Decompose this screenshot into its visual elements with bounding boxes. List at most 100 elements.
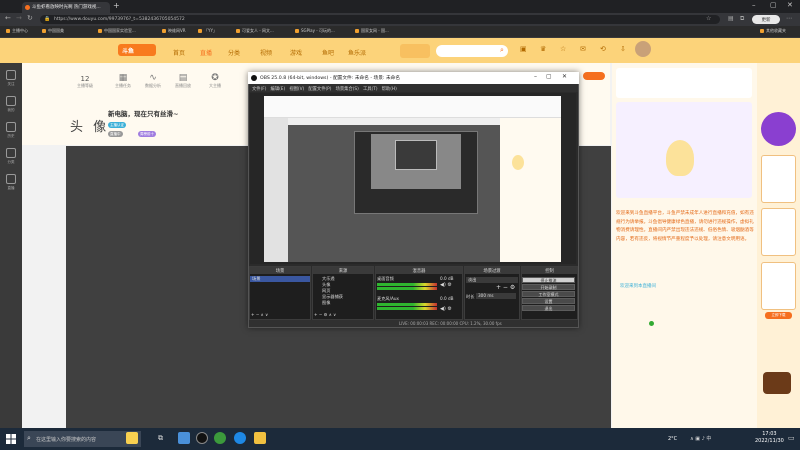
bookmark-item[interactable]: 中国国美 — [42, 28, 64, 34]
user-avatar[interactable] — [635, 41, 651, 57]
bookmark-item[interactable]: 「YY」 — [198, 28, 217, 34]
nav-category[interactable]: 分类 — [228, 48, 240, 57]
stat-task[interactable]: ▦ 主播任务 — [110, 73, 136, 89]
edge-icon[interactable] — [234, 432, 246, 444]
mute-speaker-icon[interactable]: ◀) ⚙ — [440, 306, 452, 312]
nav-home[interactable]: 首页 — [173, 48, 185, 57]
more-menu-icon[interactable]: ⋯ — [786, 15, 792, 22]
favorite-star-icon[interactable]: ☆ — [706, 15, 711, 22]
nav-fishbar[interactable]: 鱼吧 — [322, 48, 334, 57]
bookmark-item[interactable]: SGPlay - 可玩的... — [295, 28, 335, 34]
browser-tab[interactable]: 斗鱼虾看放映时光啊 热门游戏视... — [22, 2, 110, 13]
obs-menu-file[interactable]: 文件(F) — [252, 87, 266, 92]
game-badge-icon[interactable] — [763, 372, 791, 394]
update-button[interactable]: 更新 — [752, 15, 780, 24]
start-recording-button[interactable]: 开始录制 — [522, 284, 575, 290]
bookmark-item[interactable]: 映维网VR — [162, 28, 186, 34]
obs-menu-tools[interactable]: 工具(T) — [363, 87, 378, 92]
header-icon-3[interactable]: ☆ — [560, 45, 566, 53]
back-icon[interactable]: ← — [5, 14, 11, 22]
obs-menu-help[interactable]: 帮助(H) — [382, 87, 397, 92]
studio-mode-button[interactable]: 工作室模式 — [522, 291, 575, 297]
bookmark-item[interactable]: 国家女网 - 国... — [355, 28, 389, 34]
transition-add-remove-icons[interactable]: + − ⚙ — [496, 284, 515, 291]
ad-card[interactable] — [761, 262, 796, 310]
stat-analysis[interactable]: ∿ 数据分析 — [140, 73, 166, 89]
obs-maximize-icon[interactable]: ▢ — [546, 73, 552, 80]
app-icon[interactable] — [214, 432, 226, 444]
source-toolbar-icons[interactable]: + − ⚙ ∧ ∨ — [314, 312, 336, 317]
settings-button[interactable]: 设置 — [522, 298, 575, 304]
collections-icon[interactable]: ▤ — [728, 15, 734, 22]
rail-history-icon[interactable] — [6, 122, 16, 132]
obs-taskbar-icon[interactable] — [196, 432, 208, 444]
audio-meter — [377, 283, 437, 286]
duration-input[interactable]: 300 ms — [476, 293, 516, 299]
nav-game[interactable]: 游戏 — [290, 48, 302, 57]
source-item[interactable]: 图像 — [322, 300, 330, 306]
nav-fun[interactable]: 鱼乐派 — [348, 48, 366, 57]
mute-speaker-icon[interactable]: ◀) ⚙ — [440, 282, 452, 288]
notification-icon[interactable]: ▭ — [788, 434, 795, 442]
windows-start-icon[interactable] — [6, 434, 16, 444]
minimize-icon[interactable]: – — [752, 1, 756, 9]
forward-icon[interactable]: → — [16, 14, 22, 22]
reload-icon[interactable]: ↻ — [27, 14, 33, 22]
pc-client-button[interactable] — [583, 72, 605, 80]
search-icon[interactable]: ⌕ — [500, 46, 504, 55]
close-icon[interactable]: ✕ — [787, 1, 793, 9]
bookmark-item[interactable]: 可爱女人 - 网文... — [236, 28, 274, 34]
url-input[interactable]: 🔒 https://www.douyu.com/9973976?_t=53824… — [40, 15, 720, 24]
replay-icon: ▤ — [178, 73, 188, 83]
download-app-badge[interactable] — [400, 44, 430, 58]
header-icon-2[interactable]: ♛ — [540, 45, 546, 53]
taskbar-clock[interactable]: 17:03 2022/11/30 — [755, 431, 784, 444]
extensions-icon[interactable]: ⧉ — [740, 15, 744, 23]
ad-badge-logo[interactable] — [761, 112, 796, 146]
new-tab-icon[interactable]: + — [113, 1, 120, 10]
transition-select[interactable]: 淡出 — [466, 277, 518, 283]
header-icon-6[interactable]: ⇩ — [620, 45, 626, 53]
obs-close-icon[interactable]: ✕ — [562, 73, 567, 80]
bookmark-item[interactable]: 中国国家实验室... — [98, 28, 136, 34]
obs-menu-edit[interactable]: 编辑(E) — [271, 87, 286, 92]
task-view-icon[interactable]: ⧉ — [158, 434, 163, 443]
maximize-icon[interactable]: ▢ — [770, 1, 777, 9]
obs-menubar: 文件(F) 编辑(E) 视图(V) 配置文件(P) 场景集合(S) 工具(T) … — [249, 84, 578, 92]
stop-streaming-button[interactable]: 停止推流 — [522, 277, 575, 283]
rail-live-icon[interactable] — [6, 174, 16, 184]
header-icon-5[interactable]: ⟲ — [600, 45, 606, 53]
stat-replay[interactable]: ▤ 直播回放 — [170, 73, 196, 89]
stat-big[interactable]: ✪ 大主播 — [202, 73, 228, 89]
search-icon: ⌕ — [27, 434, 31, 442]
header-icon-1[interactable]: ▣ — [520, 45, 527, 53]
obs-minimize-icon[interactable]: – — [534, 73, 537, 80]
other-bookmarks[interactable]: 其他收藏夹 — [760, 28, 786, 34]
weather[interactable]: 2°C — [668, 436, 677, 442]
site-search-input[interactable] — [436, 45, 508, 57]
nav-video[interactable]: 视频 — [260, 48, 272, 57]
bookmark-item[interactable]: 主播中心 — [6, 28, 28, 34]
obs-menu-view[interactable]: 视图(V) — [289, 87, 304, 92]
obs-menu-scenecollection[interactable]: 场景集合(S) — [336, 87, 359, 92]
rail-follow-icon[interactable] — [6, 70, 16, 80]
tray-icons[interactable]: ∧ ▣ ♪ 中 — [690, 435, 711, 442]
file-explorer-icon[interactable] — [254, 432, 266, 444]
nav-live[interactable]: 直播 — [200, 48, 212, 57]
exit-button[interactable]: 退出 — [522, 305, 575, 311]
app-icon[interactable] — [178, 432, 190, 444]
pet-app-icon[interactable] — [126, 432, 138, 444]
ad-download-button[interactable]: 立即下载 — [765, 312, 792, 319]
ad-card[interactable] — [761, 155, 796, 203]
scene-item[interactable]: 场景 — [250, 276, 310, 282]
scene-add-icon[interactable]: + − ∧ ∨ — [251, 312, 268, 317]
rail-category-icon[interactable] — [6, 148, 16, 158]
stat-level[interactable]: 12 主播等级 — [72, 75, 98, 89]
ad-card[interactable] — [761, 208, 796, 256]
header-icon-4[interactable]: ✉ — [580, 45, 586, 53]
rail-mine-icon[interactable] — [6, 96, 16, 106]
taskbar-search-input[interactable]: ⌕ 在这里输入你要搜索的内容 — [24, 431, 141, 447]
obs-menu-profile[interactable]: 配置文件(P) — [308, 87, 331, 92]
site-logo[interactable]: 斗鱼 — [118, 44, 156, 56]
anchor-name: 头 像 — [70, 120, 110, 135]
